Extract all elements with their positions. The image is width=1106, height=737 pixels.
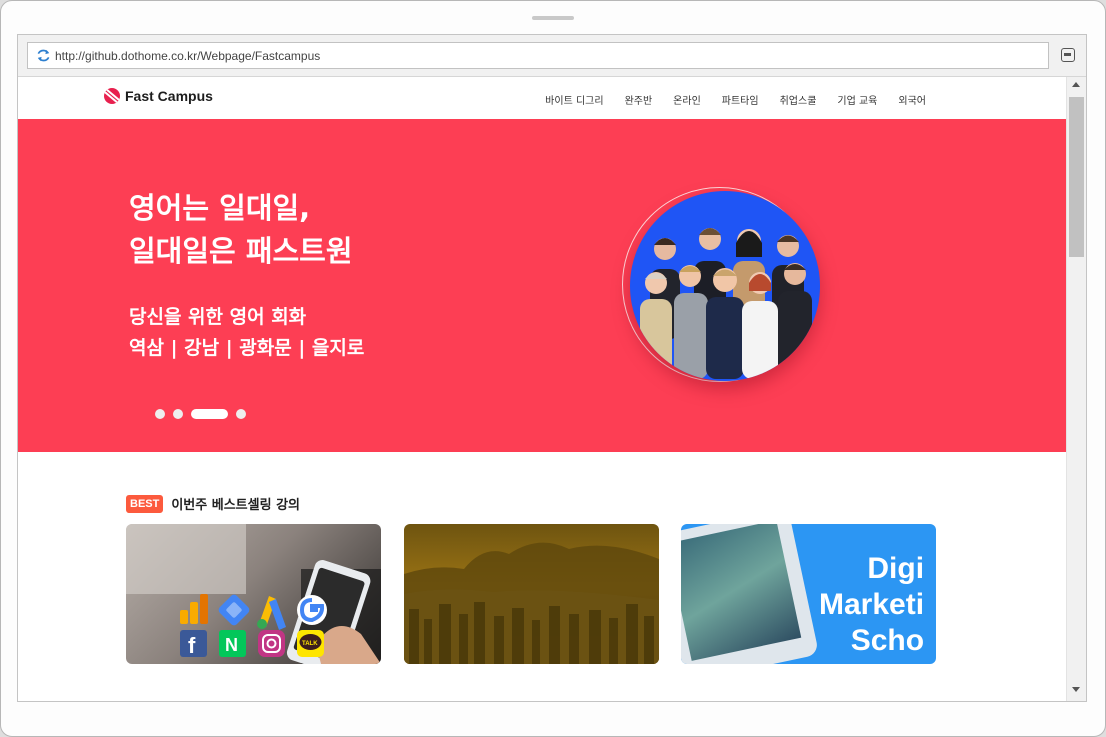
marketing-card-image: f N TALK (126, 524, 381, 664)
google-icon (297, 595, 327, 625)
device-frame: http://github.dothome.co.kr/Webpage/Fast… (0, 0, 1106, 737)
google-ads-icon (257, 596, 286, 630)
course-card-marketing[interactable]: f N TALK (126, 524, 381, 664)
web-page: Fast Campus 바이트 디그리 완주반 온라인 파트타임 취업스쿨 기업… (18, 77, 1066, 701)
url-text: http://github.dothome.co.kr/Webpage/Fast… (55, 49, 321, 63)
kakaotalk-badge-text: TALK (302, 641, 318, 647)
slider-dot-1[interactable] (155, 409, 165, 419)
dm-line-1: Digi (867, 552, 925, 585)
course-card-city[interactable] (404, 524, 659, 664)
svg-text:f: f (188, 633, 196, 658)
nav-item-corporate[interactable]: 기업 교육 (837, 92, 877, 107)
google-tag-manager-icon (218, 594, 250, 626)
tablet-image (681, 524, 820, 664)
nav-item-language[interactable]: 외국어 (898, 92, 926, 107)
facebook-icon: f (180, 630, 207, 658)
slider-dot-2[interactable] (173, 409, 183, 419)
svg-text:N: N (225, 635, 238, 655)
hero-banner[interactable]: 영어는 일대일, 일대일은 패스트원 당신을 위한 영어 회화 역삼 | 강남 … (18, 119, 1066, 452)
digital-marketing-text: Digi Marketi Scho (819, 551, 924, 659)
slider-dots (155, 409, 246, 419)
hero-subtitle: 당신을 위한 영어 회화 역삼 | 강남 | 광화문 | 을지로 (129, 302, 364, 364)
course-card-digital-marketing[interactable]: Digi Marketi Scho (681, 524, 936, 664)
scroll-down-arrow-icon[interactable] (1072, 687, 1080, 692)
scroll-up-arrow-icon[interactable] (1072, 82, 1080, 87)
nav-item-byte-degree[interactable]: 바이트 디그리 (545, 92, 603, 107)
instagram-icon (258, 630, 285, 657)
main-nav: 바이트 디그리 완주반 온라인 파트타임 취업스쿨 기업 교육 외국어 (545, 92, 926, 107)
google-analytics-icon (180, 594, 208, 624)
dm-line-3: Scho (850, 624, 925, 657)
city-card-image (404, 542, 659, 664)
hero-title-line-1: 영어는 일대일, (129, 191, 311, 225)
tutors-group-photo (630, 191, 820, 381)
bestseller-heading: BEST 이번주 베스트셀링 강의 (126, 494, 300, 513)
hero-title-line-2: 일대일은 패스트원 (129, 234, 353, 268)
refresh-icon[interactable] (36, 48, 51, 63)
slider-dot-4[interactable] (236, 409, 246, 419)
nav-item-part-time[interactable]: 파트타임 (722, 92, 759, 107)
slider-dot-3-active[interactable] (191, 409, 228, 419)
bestseller-title: 이번주 베스트셀링 강의 (171, 498, 300, 513)
kakaotalk-icon: TALK (297, 630, 324, 657)
nav-item-job-school[interactable]: 취업스쿨 (780, 92, 817, 107)
best-badge: BEST (126, 494, 164, 513)
hero-title: 영어는 일대일, 일대일은 패스트원 (129, 187, 353, 273)
logo-text: Fast Campus (125, 88, 213, 104)
dm-line-2: Marketi (819, 588, 925, 621)
hero-subtitle-line-1: 당신을 위한 영어 회화 (129, 306, 307, 328)
address-bar: http://github.dothome.co.kr/Webpage/Fast… (18, 35, 1086, 77)
browser-window: http://github.dothome.co.kr/Webpage/Fast… (17, 34, 1087, 702)
naver-icon: N (219, 630, 246, 657)
drag-handle[interactable] (532, 16, 574, 20)
nav-item-complete-course[interactable]: 완주반 (625, 92, 653, 107)
menu-icon[interactable] (1061, 48, 1075, 62)
fastcampus-logo-icon (104, 88, 120, 104)
tablet-screen (681, 524, 802, 661)
site-header: Fast Campus 바이트 디그리 완주반 온라인 파트타임 취업스쿨 기업… (18, 77, 1066, 119)
site-logo[interactable]: Fast Campus (104, 88, 213, 104)
hero-subtitle-line-2: 역삼 | 강남 | 광화문 | 을지로 (129, 337, 365, 359)
url-input[interactable]: http://github.dothome.co.kr/Webpage/Fast… (27, 42, 1049, 69)
nav-item-online[interactable]: 온라인 (673, 92, 701, 107)
vertical-scrollbar[interactable] (1066, 77, 1086, 701)
tutors-illustration (640, 228, 812, 379)
scroll-thumb[interactable] (1069, 97, 1084, 257)
